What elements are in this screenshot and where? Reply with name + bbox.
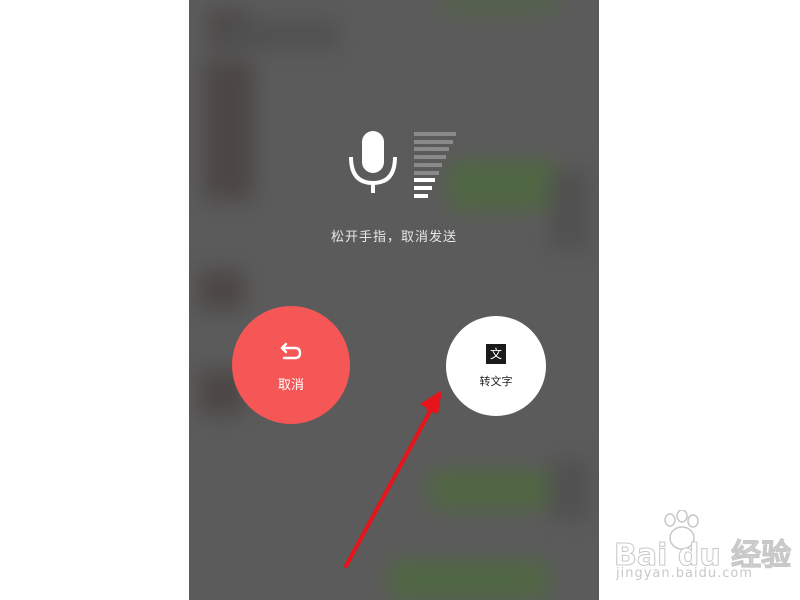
volume-bar (414, 162, 442, 167)
page: 松开手指，取消发送 取消 文 转文字 Bai du 经验 jingyan.bai… (0, 0, 800, 600)
convert-to-text-label: 转文字 (479, 375, 513, 388)
volume-bar (414, 193, 428, 198)
volume-bar (414, 155, 446, 160)
undo-icon (280, 342, 302, 360)
release-hint-text: 松开手指，取消发送 (330, 230, 457, 245)
watermark-url: jingyan.baidu.com (616, 566, 753, 581)
volume-bar (414, 170, 439, 175)
convert-to-text-button[interactable]: 文 转文字 (446, 316, 546, 416)
volume-bar (414, 132, 456, 136)
volume-bar (414, 147, 449, 152)
volume-bar (414, 178, 435, 183)
text-convert-icon: 文 (486, 344, 506, 364)
baidu-jingyan-watermark: Bai du 经验 jingyan.baidu.com (612, 510, 792, 592)
volume-bar (414, 185, 432, 190)
volume-level-indicator (414, 132, 458, 202)
volume-bar (414, 139, 453, 144)
red-arrow-annotation (344, 390, 442, 568)
microphone-icon (349, 131, 397, 193)
